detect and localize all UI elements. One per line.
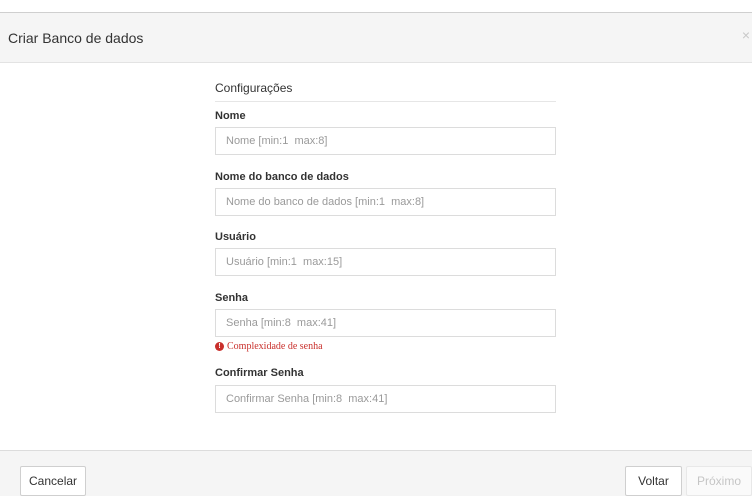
next-button[interactable]: Próximo — [686, 466, 752, 496]
user-input[interactable] — [215, 248, 556, 276]
confirm-password-label: Confirmar Senha — [215, 367, 304, 379]
dialog-title: Criar Banco de dados — [8, 30, 144, 46]
section-title: Configurações — [215, 81, 293, 95]
exclamation-circle-icon: ! — [215, 342, 224, 351]
password-label: Senha — [215, 292, 249, 304]
cancel-button[interactable]: Cancelar — [20, 466, 86, 496]
name-label: Nome — [215, 110, 246, 122]
dialog-header: Criar Banco de dados × — [0, 13, 752, 63]
password-error-text: Complexidade de senha — [227, 341, 323, 352]
confirm-password-input[interactable] — [215, 385, 556, 413]
close-icon[interactable]: × — [742, 28, 750, 42]
password-input[interactable] — [215, 309, 556, 337]
back-button[interactable]: Voltar — [625, 466, 682, 496]
password-error: ! Complexidade de senha — [215, 341, 323, 352]
section-divider — [215, 101, 556, 102]
user-label: Usuário — [215, 231, 256, 243]
database-name-label: Nome do banco de dados — [215, 171, 349, 183]
database-name-input[interactable] — [215, 188, 556, 216]
name-input[interactable] — [215, 127, 556, 155]
dialog-footer: Cancelar Voltar Próximo — [0, 450, 752, 496]
